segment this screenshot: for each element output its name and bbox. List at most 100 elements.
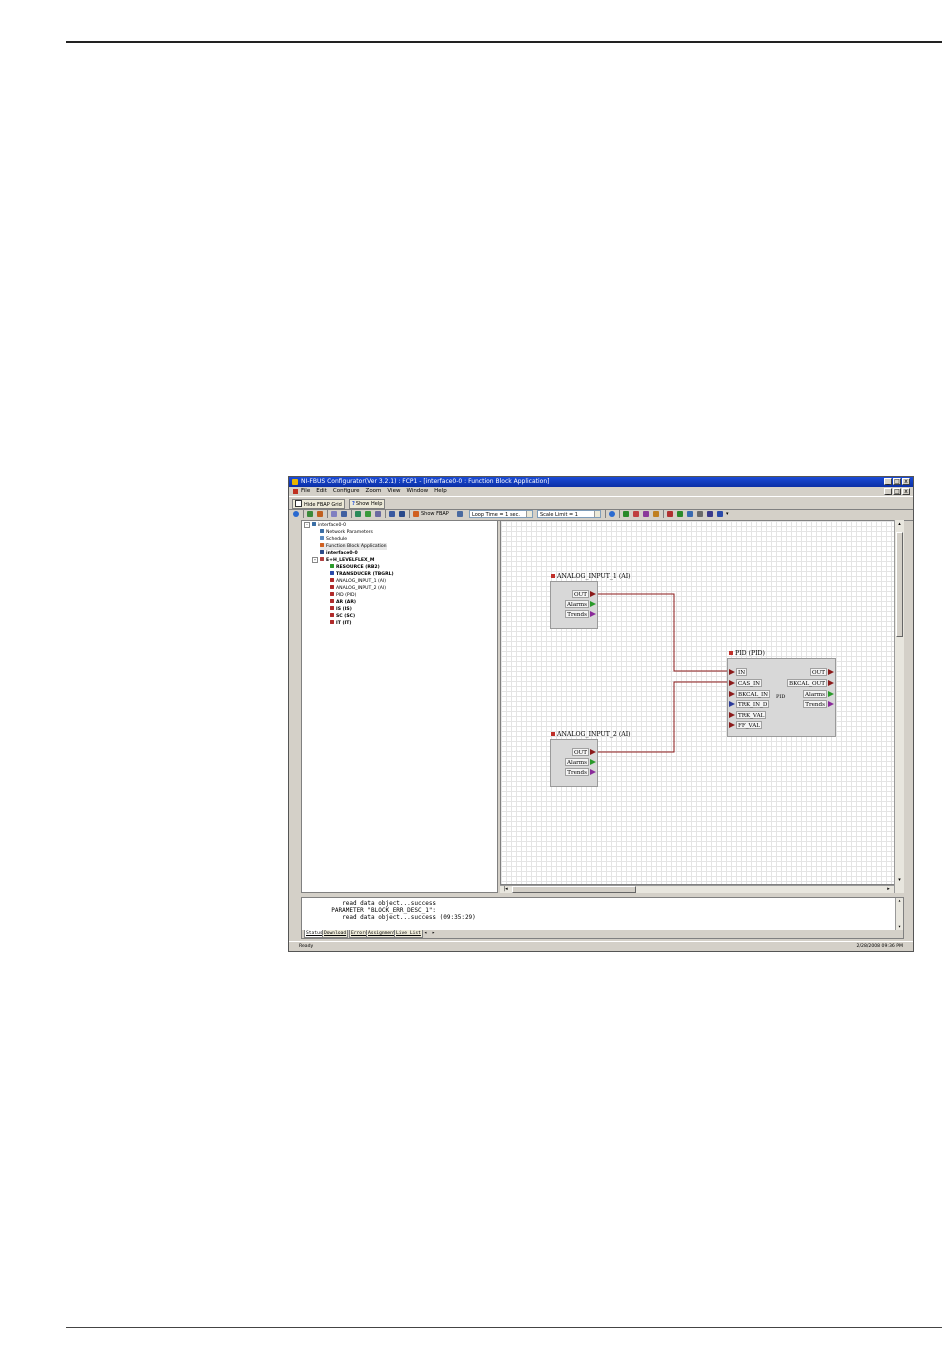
- mdi-close-button[interactable]: x: [902, 488, 910, 495]
- ai2-port-out[interactable]: OUT: [571, 748, 589, 756]
- output-arrow-icon[interactable]: [590, 611, 596, 617]
- pid-block[interactable]: IN CAS_IN BKCAL_IN TRK_IN_D TRK_VAL FF_V…: [727, 658, 836, 737]
- text-icon[interactable]: [677, 511, 683, 517]
- output-arrow-icon[interactable]: [828, 691, 834, 697]
- canvas-horizontal-scrollbar[interactable]: |◂ ▸: [500, 885, 894, 893]
- ai2-block[interactable]: OUT Alarms Trends: [550, 739, 598, 787]
- scroll-up-icon[interactable]: ▴: [896, 898, 903, 905]
- ai2-port-alarms[interactable]: Alarms: [564, 758, 589, 766]
- menu-help[interactable]: Help: [434, 487, 447, 496]
- scroll-right-icon[interactable]: ▸: [885, 886, 892, 893]
- pid-port-in[interactable]: IN: [736, 668, 748, 676]
- spinner-icon[interactable]: [526, 511, 532, 517]
- tree-item-device[interactable]: - E+H_LEVELFLEX_M: [312, 557, 374, 564]
- tab-assignment[interactable]: Assignment: [366, 930, 398, 938]
- close-button[interactable]: x: [902, 478, 910, 485]
- mdi-restore-button[interactable]: □: [893, 488, 901, 495]
- export-icon[interactable]: [697, 511, 703, 517]
- output-arrow-icon[interactable]: [590, 591, 596, 597]
- mdi-minimize-button[interactable]: _: [884, 488, 892, 495]
- tree-item-function-block-application[interactable]: Function Block Application: [320, 543, 387, 550]
- collapse-icon[interactable]: -: [304, 522, 310, 528]
- arrange-icon[interactable]: [643, 511, 649, 517]
- output-arrow-icon[interactable]: [590, 769, 596, 775]
- layers-icon[interactable]: [717, 511, 723, 517]
- tree-item-schedule[interactable]: Schedule: [320, 536, 347, 543]
- output-arrow-icon[interactable]: [828, 669, 834, 675]
- unlink-icon[interactable]: [365, 511, 371, 517]
- maximize-button[interactable]: □: [893, 478, 901, 485]
- pid-port-alarms[interactable]: Alarms: [802, 690, 827, 698]
- title-bar[interactable]: NI-FBUS Configurator(Ver 3.2.1) : FCP1 -…: [289, 477, 913, 487]
- input-arrow-icon[interactable]: [729, 712, 735, 718]
- tree-block-it[interactable]: IT (IT): [330, 620, 351, 627]
- input-arrow-icon[interactable]: [729, 669, 735, 675]
- scroll-left-icon[interactable]: |◂: [502, 886, 509, 893]
- collapse-icon[interactable]: -: [312, 557, 318, 563]
- output-arrow-icon[interactable]: [828, 680, 834, 686]
- tree-item-network-parameters[interactable]: Network Parameters: [320, 529, 373, 536]
- scroll-thumb[interactable]: [896, 532, 903, 637]
- pid-port-bkcal-in[interactable]: BKCAL_IN: [736, 690, 771, 698]
- schedule-icon[interactable]: [375, 511, 381, 517]
- tab-scroll-right-icon[interactable]: ▸: [430, 930, 437, 937]
- output-arrow-icon[interactable]: [590, 749, 596, 755]
- output-arrow-icon[interactable]: [828, 701, 834, 707]
- tree-block-resource[interactable]: RESOURCE (RB2): [330, 564, 380, 571]
- grid-icon[interactable]: [389, 511, 395, 517]
- menu-window[interactable]: Window: [406, 487, 428, 496]
- tree-block-ai2[interactable]: ANALOG_INPUT_2 (AI): [330, 585, 386, 592]
- pointer-icon[interactable]: [623, 511, 629, 517]
- pid-port-bkcal-out[interactable]: BKCAL_OUT: [786, 679, 827, 687]
- ai1-port-alarms[interactable]: Alarms: [564, 600, 589, 608]
- ai1-port-trends[interactable]: Trends: [565, 610, 589, 618]
- spinner-icon[interactable]: [594, 511, 600, 517]
- input-arrow-icon[interactable]: [729, 680, 735, 686]
- menu-view[interactable]: View: [387, 487, 400, 496]
- menu-file[interactable]: File: [301, 487, 310, 496]
- block-icon[interactable]: [653, 511, 659, 517]
- link-icon[interactable]: [355, 511, 361, 517]
- tree-block-pid[interactable]: PID (PID): [330, 592, 356, 599]
- tree-block-is[interactable]: IS (IS): [330, 606, 352, 613]
- tree-item-interface[interactable]: interface0-0: [320, 550, 358, 557]
- loop-time-field[interactable]: Loop Time = 1 sec.: [469, 510, 533, 518]
- pid-port-trk-val[interactable]: TRK_VAL: [736, 711, 767, 719]
- fbap-canvas[interactable]: ANALOG_INPUT_1 (AI) OUT Alarms Trends AN…: [500, 520, 904, 885]
- input-arrow-icon[interactable]: [729, 701, 735, 707]
- scale-limit-field[interactable]: Scale Limit = 1: [537, 510, 601, 518]
- scroll-down-icon[interactable]: ▾: [896, 877, 903, 884]
- tab-download[interactable]: Download: [322, 930, 349, 938]
- download-icon[interactable]: [341, 511, 347, 517]
- zoom-icon[interactable]: [667, 511, 673, 517]
- check-icon[interactable]: [609, 511, 615, 517]
- options-icon[interactable]: [457, 511, 463, 517]
- output-arrow-icon[interactable]: [590, 601, 596, 607]
- menu-edit[interactable]: Edit: [316, 487, 327, 496]
- monitor-icon[interactable]: [399, 511, 405, 517]
- tab-scroll-left-icon[interactable]: ◂: [422, 930, 429, 937]
- wire-ai2-out-to-pid-cas-in[interactable]: [591, 681, 727, 753]
- output-arrow-icon[interactable]: [590, 759, 596, 765]
- show-fbap-button[interactable]: Show FBAP: [421, 510, 449, 518]
- ai1-block[interactable]: OUT Alarms Trends: [550, 581, 598, 629]
- chevron-down-icon[interactable]: ▾: [726, 510, 729, 518]
- scroll-up-icon[interactable]: ▴: [896, 521, 903, 528]
- tree-root[interactable]: - interface0-0: [304, 522, 346, 529]
- menu-zoom[interactable]: Zoom: [366, 487, 382, 496]
- pid-port-trends[interactable]: Trends: [803, 700, 827, 708]
- pid-port-trk-in-d[interactable]: TRK_IN_D: [736, 700, 770, 708]
- refresh-icon[interactable]: [293, 511, 299, 517]
- menu-configure[interactable]: Configure: [333, 487, 360, 496]
- color-icon[interactable]: [707, 511, 713, 517]
- log-scrollbar[interactable]: ▴ ▾: [895, 898, 903, 931]
- input-arrow-icon[interactable]: [729, 722, 735, 728]
- wire-icon[interactable]: [633, 511, 639, 517]
- tab-live-list[interactable]: Live List: [394, 930, 423, 938]
- upload-icon[interactable]: [331, 511, 337, 517]
- scroll-thumb[interactable]: [512, 886, 636, 893]
- network-icon[interactable]: [307, 511, 313, 517]
- print-icon[interactable]: [687, 511, 693, 517]
- device-icon[interactable]: [317, 511, 323, 517]
- ai1-port-out[interactable]: OUT: [571, 590, 589, 598]
